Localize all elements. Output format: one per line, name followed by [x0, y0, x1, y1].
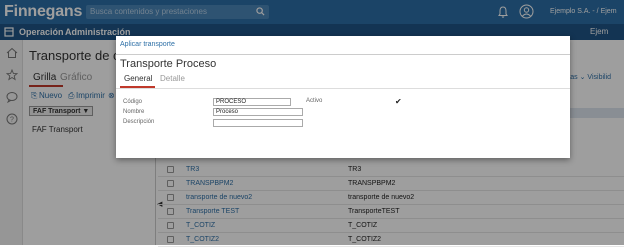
- activo-label: Activo: [306, 98, 323, 104]
- codigo-field[interactable]: PROCESO: [213, 98, 291, 106]
- activo-checkbox[interactable]: ✔: [395, 98, 402, 106]
- modal-title: Transporte Proceso: [120, 58, 217, 70]
- codigo-label: Código: [123, 99, 143, 105]
- nombre-label: Nombre: [123, 109, 145, 115]
- modal-divider: [116, 54, 570, 55]
- nombre-field[interactable]: Proceso: [213, 108, 303, 116]
- descripcion-label: Descripción: [123, 119, 155, 125]
- tab-general[interactable]: General: [124, 74, 152, 83]
- tab-detalle[interactable]: Detalle: [160, 74, 185, 83]
- apply-transport-link[interactable]: Aplicar transporte: [120, 41, 175, 48]
- descripcion-field[interactable]: [213, 119, 303, 127]
- tab-divider: [116, 88, 570, 89]
- transport-modal: Aplicar transporte Transporte Proceso Ge…: [116, 36, 570, 158]
